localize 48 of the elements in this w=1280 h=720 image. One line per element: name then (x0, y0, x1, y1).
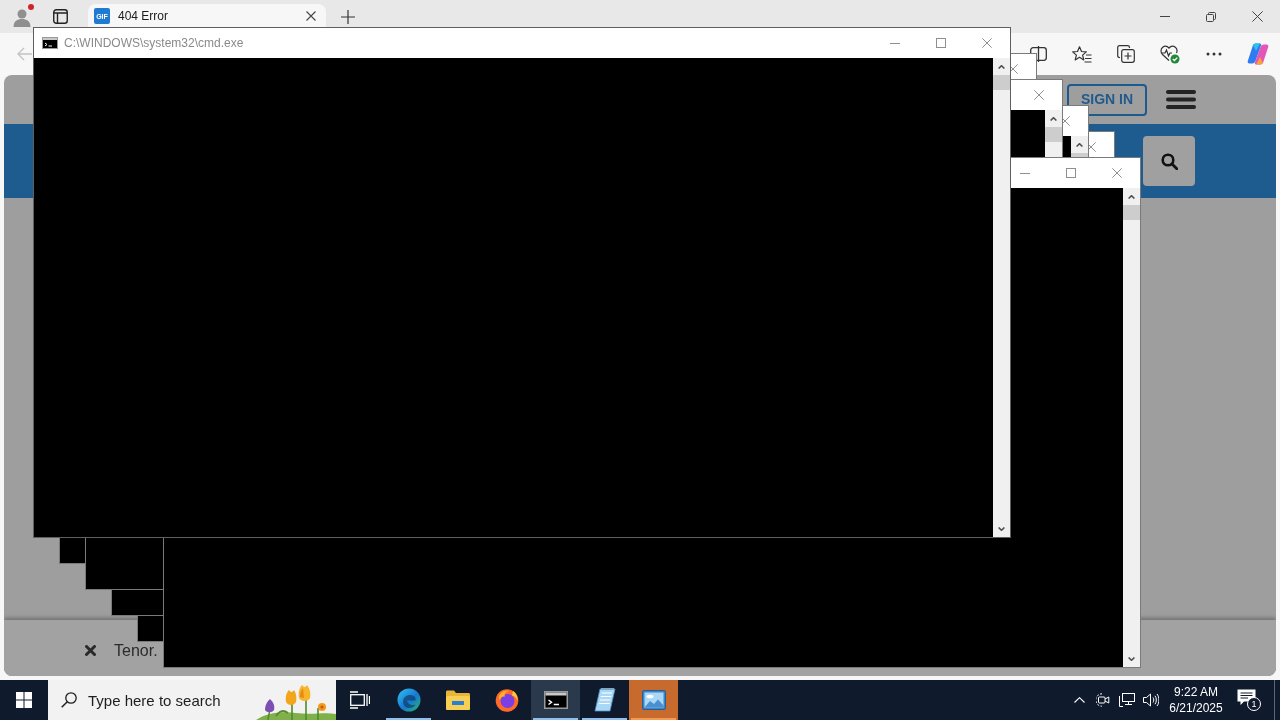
volume-icon[interactable] (1143, 693, 1159, 707)
picture-icon[interactable] (641, 690, 666, 710)
scroll-down-icon[interactable] (1128, 656, 1135, 661)
taskbar-button[interactable] (531, 680, 580, 720)
heart-pulse-icon[interactable] (1160, 44, 1180, 64)
tab-actions-icon[interactable] (52, 9, 68, 24)
new-tab-icon[interactable] (341, 9, 355, 24)
clock-time[interactable]: 9:22 AM (1174, 684, 1218, 700)
scroll-up-icon[interactable] (1128, 194, 1135, 199)
notice-text: Tenor. (114, 643, 158, 659)
video-camera-icon[interactable] (1096, 693, 1110, 707)
scrollbar-thumb[interactable] (1045, 127, 1062, 142)
maximize-icon[interactable] (1066, 168, 1076, 178)
app-logo-icon[interactable] (1247, 43, 1269, 65)
collections-icon[interactable] (1117, 45, 1135, 63)
scrollbar-thumb[interactable] (1123, 205, 1140, 220)
scroll-up-icon[interactable] (998, 64, 1005, 69)
more-icon[interactable] (1206, 52, 1222, 56)
maximize-icon[interactable] (936, 38, 946, 48)
menu-icon[interactable] (1166, 90, 1196, 109)
minimize-icon[interactable] (890, 42, 900, 44)
chevron-up-icon[interactable] (1073, 697, 1085, 703)
network-icon[interactable] (1119, 693, 1135, 707)
search-button[interactable] (1143, 136, 1195, 186)
scroll-up-icon[interactable] (1050, 116, 1057, 121)
fox-browser-icon[interactable] (494, 688, 519, 712)
close-icon[interactable] (306, 11, 316, 21)
search-icon (1160, 152, 1178, 170)
window-title: C:\WINDOWS\system32\cmd.exe (64, 35, 244, 52)
close-icon[interactable] (1251, 11, 1263, 22)
search-field[interactable]: Type here to search (48, 680, 336, 720)
clock-date[interactable]: 6/21/2025 (1169, 700, 1223, 716)
start-menu-icon[interactable] (16, 692, 32, 708)
task-view-icon[interactable] (350, 691, 370, 709)
search-icon (61, 692, 77, 708)
close-icon[interactable] (85, 645, 96, 656)
notification-count: 1 (1247, 697, 1261, 711)
swirl-browser-icon[interactable] (396, 688, 421, 712)
minimize-icon[interactable] (1020, 172, 1030, 174)
scroll-up-icon[interactable] (1076, 142, 1083, 147)
console-icon (42, 37, 58, 49)
folder-icon[interactable] (445, 690, 470, 710)
scroll-down-icon[interactable] (998, 526, 1005, 531)
favorites-icon[interactable] (1072, 45, 1092, 63)
console-icon[interactable] (543, 691, 568, 709)
notepad-icon[interactable] (593, 688, 616, 712)
scrollbar-thumb[interactable] (993, 75, 1010, 90)
restore-icon[interactable] (1206, 11, 1216, 22)
